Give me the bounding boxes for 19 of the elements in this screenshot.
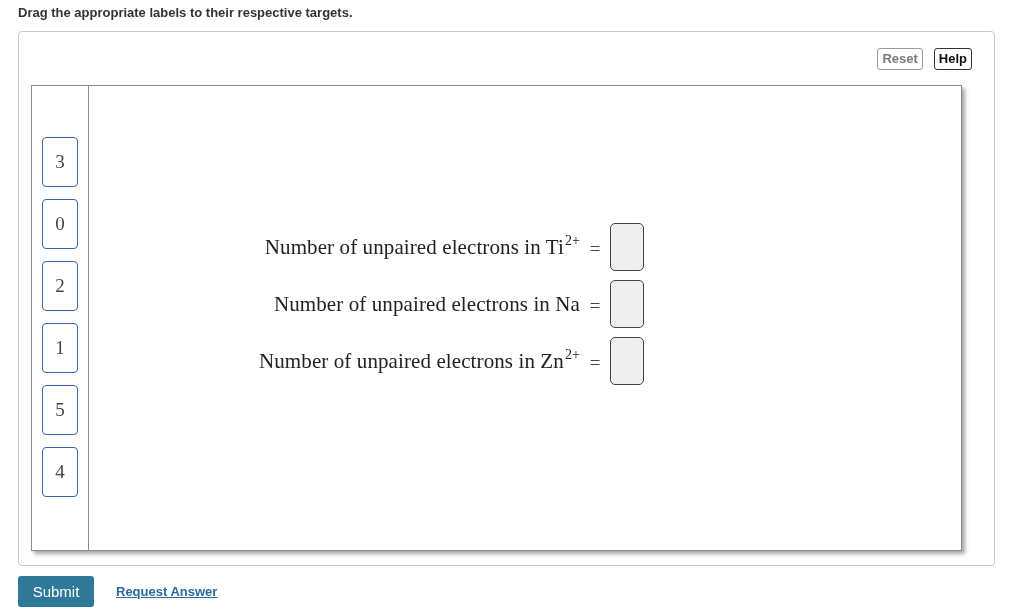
label-tile[interactable]: 3 (42, 137, 78, 187)
label-tile[interactable]: 0 (42, 199, 78, 249)
help-button[interactable]: Help (933, 48, 972, 70)
label-tile[interactable]: 4 (42, 447, 78, 497)
statement-text: Number of unpaired electrons in Zn$^{2+}$ (259, 348, 580, 374)
label-tile[interactable]: 1 (42, 323, 78, 373)
answer-box[interactable] (610, 280, 644, 328)
statement-text: Number of unpaired electrons in Ti$^{2+}$ (264, 234, 580, 260)
instruction-text: Drag the appropriate labels to their respective targets. (18, 5, 354, 21)
label-tile[interactable]: 2 (42, 261, 78, 311)
request-answer-link[interactable]: Request Answer (116, 584, 218, 599)
answer-box[interactable] (610, 337, 644, 385)
statement-text: Number of unpaired electrons in Na (273, 291, 580, 317)
answer-box[interactable] (610, 223, 644, 271)
submit-button[interactable]: Submit (18, 576, 94, 607)
equals-sign: = (589, 294, 601, 317)
equals-sign: = (589, 351, 601, 374)
equals-sign: = (589, 237, 601, 260)
label-tile[interactable]: 5 (42, 385, 78, 435)
